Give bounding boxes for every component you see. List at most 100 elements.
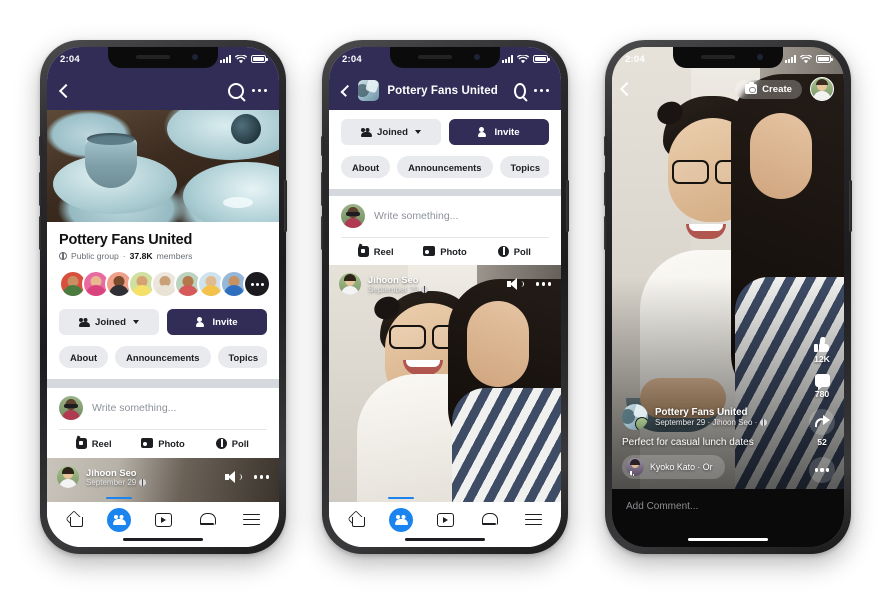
joined-button[interactable]: Joined bbox=[341, 119, 441, 145]
tab-topics[interactable]: Topics bbox=[499, 156, 549, 178]
nav-menu[interactable] bbox=[236, 507, 266, 533]
meta-separator: · bbox=[122, 251, 126, 261]
user-avatar[interactable] bbox=[59, 396, 83, 420]
phone-1-screen: 2:04 Pottery Fans United Public group · … bbox=[47, 47, 279, 547]
status-time: 2:04 bbox=[60, 53, 80, 65]
profile-avatar[interactable] bbox=[810, 77, 834, 101]
ellipsis-icon[interactable] bbox=[251, 88, 267, 93]
composer-placeholder[interactable]: Write something... bbox=[374, 210, 458, 222]
reel-label: Reel bbox=[91, 437, 112, 449]
volume-down-button[interactable] bbox=[321, 216, 324, 250]
speaker-icon[interactable] bbox=[224, 471, 242, 483]
mute-switch[interactable] bbox=[604, 136, 607, 156]
nav-watch[interactable] bbox=[430, 507, 460, 533]
post-author-avatar[interactable] bbox=[57, 466, 79, 488]
search-icon[interactable] bbox=[227, 82, 244, 99]
tab-about[interactable]: About bbox=[341, 156, 391, 178]
back-icon[interactable] bbox=[58, 83, 74, 98]
share-button[interactable] bbox=[809, 409, 835, 435]
three-phone-mockup: 2:04 Pottery Fans United Public group · … bbox=[0, 0, 890, 593]
post-more-icon[interactable] bbox=[535, 282, 551, 286]
thumbs-up-icon bbox=[814, 337, 830, 352]
tab-topics[interactable]: Topics bbox=[217, 346, 267, 368]
group-avatar[interactable] bbox=[358, 80, 380, 101]
tab-announcements[interactable]: Announcements bbox=[397, 156, 493, 178]
group-avatar[interactable] bbox=[622, 404, 648, 430]
photo-label: Photo bbox=[158, 437, 185, 449]
reel-action-rail: 12K 780 52 bbox=[809, 337, 835, 483]
power-button[interactable] bbox=[849, 180, 852, 232]
tab-about[interactable]: About bbox=[59, 346, 109, 368]
device-notch bbox=[108, 47, 218, 68]
reel-audio-pill[interactable]: Kyoko Kato · Or bbox=[622, 455, 725, 479]
composer-poll-button[interactable]: Poll bbox=[480, 238, 549, 264]
nav-home[interactable] bbox=[342, 507, 372, 533]
nav-notifications[interactable] bbox=[474, 507, 504, 533]
invite-button[interactable]: Invite bbox=[167, 309, 267, 335]
reel-author-row[interactable]: Pottery Fans United September 29 · Jihoo… bbox=[622, 404, 790, 430]
reel-comment-action[interactable]: 780 bbox=[814, 374, 830, 399]
feed-post[interactable]: Jihoon Seo September 29 bbox=[47, 458, 279, 502]
group-privacy: Public group bbox=[71, 251, 119, 261]
group-action-buttons: Joined Invite bbox=[59, 309, 267, 335]
section-divider bbox=[47, 379, 279, 388]
composer-placeholder[interactable]: Write something... bbox=[92, 402, 176, 414]
reel-more-action[interactable] bbox=[809, 457, 835, 483]
volume-down-button[interactable] bbox=[39, 216, 42, 250]
joined-label: Joined bbox=[95, 316, 126, 328]
volume-up-button[interactable] bbox=[321, 172, 324, 206]
nav-home[interactable] bbox=[60, 507, 90, 533]
mute-switch[interactable] bbox=[39, 136, 42, 156]
create-reel-button[interactable]: Create bbox=[735, 79, 802, 99]
post-composer: Write something... Reel Photo Poll bbox=[329, 196, 561, 264]
member-avatars-row[interactable] bbox=[59, 270, 271, 298]
composer-reel-button[interactable]: Reel bbox=[341, 238, 410, 264]
post-author-name: Jihoon Seo bbox=[86, 466, 137, 478]
post-more-icon[interactable] bbox=[253, 475, 269, 479]
group-cover-photo[interactable] bbox=[47, 110, 279, 222]
status-time: 2:04 bbox=[342, 53, 362, 65]
nav-groups[interactable] bbox=[386, 496, 416, 533]
composer-photo-button[interactable]: Photo bbox=[128, 430, 197, 456]
feed-post[interactable]: Jihoon Seo September 29 bbox=[329, 265, 561, 502]
user-avatar[interactable] bbox=[341, 204, 365, 228]
chevron-down-icon bbox=[132, 320, 139, 324]
reel-share-action[interactable]: 52 bbox=[809, 409, 835, 447]
nav-notifications[interactable] bbox=[192, 507, 222, 533]
volume-down-button[interactable] bbox=[604, 216, 607, 250]
groups-icon bbox=[107, 507, 131, 532]
mute-switch[interactable] bbox=[321, 136, 324, 156]
power-button[interactable] bbox=[284, 180, 287, 232]
poll-label: Poll bbox=[513, 245, 531, 257]
power-button[interactable] bbox=[566, 180, 569, 232]
volume-up-button[interactable] bbox=[604, 172, 607, 206]
more-options-button[interactable] bbox=[809, 457, 835, 483]
chevron-down-icon bbox=[414, 130, 421, 134]
volume-up-button[interactable] bbox=[39, 172, 42, 206]
composer-input-row[interactable]: Write something... bbox=[341, 204, 549, 237]
add-comment-placeholder[interactable]: Add Comment... bbox=[626, 501, 698, 512]
search-icon[interactable] bbox=[513, 82, 526, 99]
nav-watch[interactable] bbox=[148, 507, 178, 533]
poll-icon bbox=[497, 245, 509, 257]
more-members-button[interactable] bbox=[243, 270, 271, 298]
post-date: September 29 bbox=[86, 478, 147, 487]
post-author-avatar[interactable] bbox=[339, 273, 361, 295]
composer-poll-button[interactable]: Poll bbox=[198, 430, 267, 456]
speaker-icon[interactable] bbox=[506, 278, 524, 290]
phone-3-reels-player: Pottery Fans United September 29 · Jihoo… bbox=[604, 40, 852, 554]
reel-like-action[interactable]: 12K bbox=[814, 337, 830, 364]
reel-like-count: 12K bbox=[814, 354, 830, 364]
back-icon[interactable] bbox=[340, 84, 353, 97]
joined-button[interactable]: Joined bbox=[59, 309, 159, 335]
nav-menu[interactable] bbox=[518, 507, 548, 533]
composer-input-row[interactable]: Write something... bbox=[59, 396, 267, 429]
ellipsis-icon[interactable] bbox=[533, 88, 549, 93]
tab-announcements[interactable]: Announcements bbox=[115, 346, 211, 368]
invite-button[interactable]: Invite bbox=[449, 119, 549, 145]
comment-icon bbox=[814, 374, 830, 390]
composer-photo-button[interactable]: Photo bbox=[410, 238, 479, 264]
back-icon[interactable] bbox=[619, 81, 635, 97]
nav-groups[interactable] bbox=[104, 496, 134, 533]
composer-reel-button[interactable]: Reel bbox=[59, 430, 128, 456]
